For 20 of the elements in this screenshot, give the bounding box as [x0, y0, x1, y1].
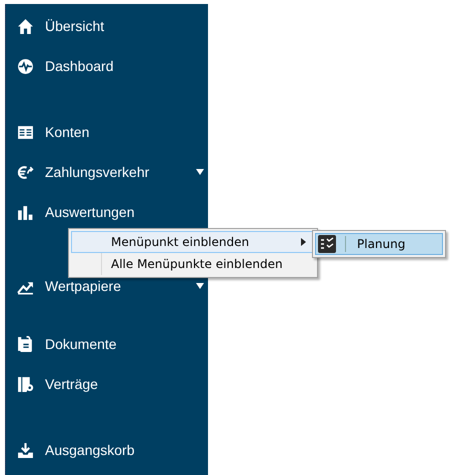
pulse-icon	[17, 58, 34, 74]
sidebar-item[interactable]: Auswertungen	[6, 192, 208, 232]
euro-icon	[17, 164, 34, 180]
sidebar-item[interactable]: Verträge	[6, 364, 208, 404]
sidebar-item[interactable]: Zahlungsverkehr	[6, 152, 208, 192]
menu-item[interactable]: Alle Menüpunkte einblenden	[71, 253, 315, 275]
home-icon	[17, 18, 34, 34]
checklist-icon	[318, 235, 336, 253]
contract-icon	[17, 376, 34, 392]
sidebar-item[interactable]: Konten	[6, 112, 208, 152]
menu-item[interactable]: Planung	[315, 233, 443, 255]
bars-icon	[17, 204, 34, 220]
clipboard-icon	[17, 336, 34, 352]
sidebar-item[interactable]: Dashboard	[6, 46, 208, 86]
sidebar-item[interactable]: Übersicht	[6, 6, 208, 46]
tray-icon	[17, 442, 34, 458]
table-icon	[17, 124, 34, 140]
menu-item[interactable]: Menüpunkt einblenden	[71, 231, 315, 253]
sidebar-item[interactable]: Ausgangskorb	[6, 430, 208, 470]
sidebar-item[interactable]: Dokumente	[6, 324, 208, 364]
